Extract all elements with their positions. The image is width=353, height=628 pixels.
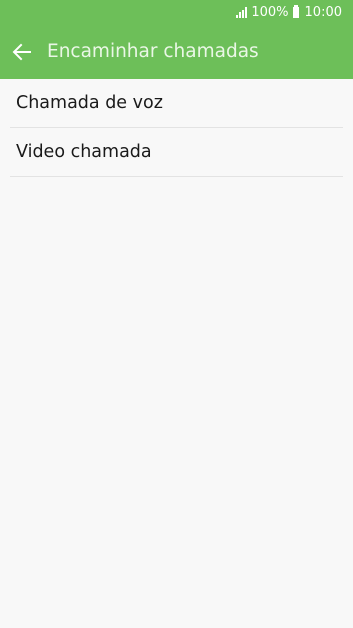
list-item-label: Video chamada	[16, 142, 152, 162]
status-indicators: 100% 10:00	[236, 5, 342, 20]
battery-percentage: 100%	[251, 5, 289, 20]
status-bar: 100% 10:00	[0, 0, 353, 25]
list-item-video-call[interactable]: Video chamada	[10, 128, 343, 177]
list-item-voice-call[interactable]: Chamada de voz	[10, 79, 343, 128]
battery-icon	[292, 5, 299, 18]
page-title: Encaminhar chamadas	[47, 41, 259, 62]
call-forwarding-list: Chamada de voz Video chamada	[0, 79, 353, 177]
signal-icon	[236, 7, 248, 18]
clock: 10:00	[304, 5, 342, 20]
app-bar: Encaminhar chamadas	[0, 25, 353, 79]
list-item-label: Chamada de voz	[16, 93, 163, 113]
arrow-left-icon[interactable]	[10, 40, 34, 64]
